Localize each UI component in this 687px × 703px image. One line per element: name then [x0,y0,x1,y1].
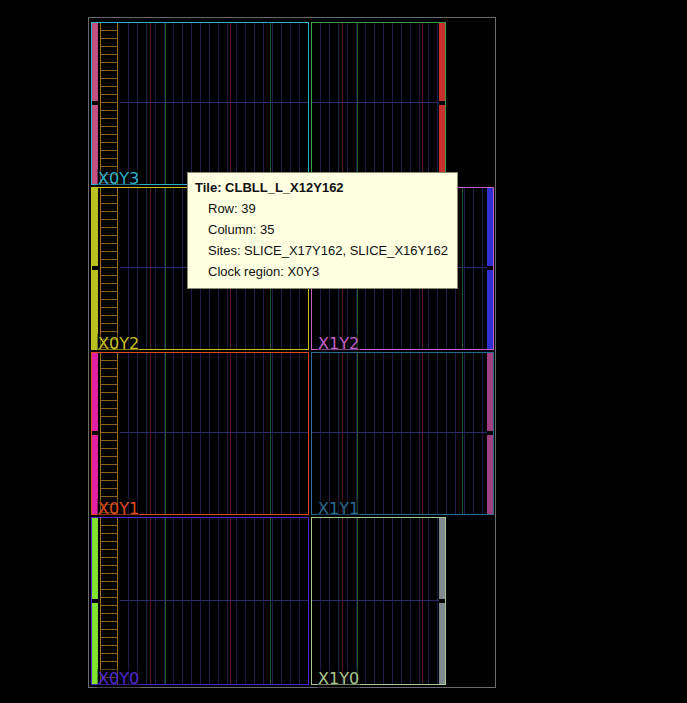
fabric [120,518,308,684]
tooltip-line: Clock region: X0Y3 [195,263,449,280]
io-bank [92,353,98,514]
clock-region-label: X0Y0 [97,669,140,688]
clock-region[interactable]: X0Y0 [91,517,309,685]
io-column [100,188,118,349]
clock-region[interactable]: X0Y1 [91,352,309,515]
io-bank [92,23,98,184]
clock-region[interactable] [311,22,446,185]
clock-region-label: X0Y1 [97,499,140,518]
clock-region[interactable]: X1Y1 [311,352,494,515]
io-bank [439,23,445,184]
tile-tooltip: Tile: CLBLL_L_X12Y162 Row: 39 Column: 35 Si… [187,172,458,289]
clock-region-label: X0Y3 [97,169,140,188]
device-view: X0Y3 X0Y2 X1Y2 X0Y1 X1Y1 X0Y0 X1Y0 Tile: CLBLL_… [0,0,687,703]
io-column [100,23,118,184]
clock-region-label: X0Y2 [97,334,140,353]
tooltip-line: Row: 39 [195,200,449,217]
fabric [120,353,308,514]
io-bank [439,518,445,684]
clock-region[interactable]: X0Y3 [91,22,309,185]
io-bank [92,188,98,349]
clock-region-label: X1Y1 [317,499,360,518]
io-bank [487,188,493,349]
clock-region-label: X1Y2 [317,334,360,353]
io-column [100,518,118,684]
tooltip-line: Column: 35 [195,221,449,238]
io-bank [487,353,493,514]
tooltip-line: Sites: SLICE_X17Y162, SLICE_X16Y162 [195,242,449,259]
fabric [312,353,487,514]
clock-region-label: X1Y0 [317,669,360,688]
io-bank [92,518,98,684]
fabric [312,518,439,684]
io-column [100,353,118,514]
tooltip-title: Tile: CLBLL_L_X12Y162 [195,179,449,196]
device[interactable]: X0Y3 X0Y2 X1Y2 X0Y1 X1Y1 X0Y0 X1Y0 [88,17,496,688]
fabric [312,23,439,184]
clock-region[interactable]: X1Y0 [311,517,446,685]
fabric [120,23,308,184]
